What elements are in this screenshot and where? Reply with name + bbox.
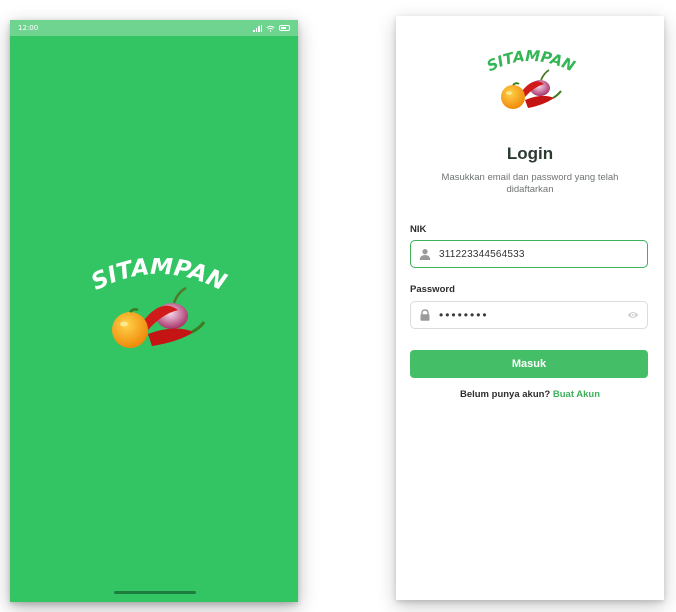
register-text: Belum punya akun? — [459, 389, 551, 400]
user-icon — [419, 249, 431, 260]
signal-icon — [253, 24, 262, 32]
home-indicator — [114, 591, 196, 594]
battery-icon — [279, 25, 290, 31]
password-field[interactable]: •••••••• — [410, 301, 648, 329]
status-time: 12:00 — [18, 24, 39, 32]
lock-icon — [420, 309, 430, 321]
sitampan-logo: SITAMPAN — [484, 50, 578, 109]
wifi-icon — [266, 25, 275, 32]
logo-text: SITAMPAN — [87, 258, 230, 296]
login-screen: SITAMPAN Login Masukkan email dan passwo… — [396, 16, 664, 600]
password-label: Password — [410, 284, 455, 295]
register-prompt: Belum punya akun? Buat Akun — [396, 389, 664, 400]
login-button[interactable]: Masuk — [410, 350, 648, 378]
nik-field[interactable]: 311223344564533 — [410, 240, 648, 268]
splash-screen: 12:00 SITAMPAN — [10, 20, 298, 602]
eye-icon[interactable] — [627, 310, 639, 320]
page-subtitle: Masukkan email dan password yang telah d… — [441, 172, 619, 195]
status-bar: 12:00 — [10, 20, 298, 36]
register-link[interactable]: Buat Akun — [553, 389, 600, 400]
logo-text: SITAMPAN — [484, 50, 578, 76]
status-icons — [253, 24, 290, 32]
nik-label: NIK — [410, 224, 427, 235]
page-title: Login — [506, 144, 554, 163]
password-value: •••••••• — [439, 308, 489, 322]
nik-value: 311223344564533 — [439, 248, 525, 260]
sitampan-logo: SITAMPAN — [87, 258, 230, 348]
